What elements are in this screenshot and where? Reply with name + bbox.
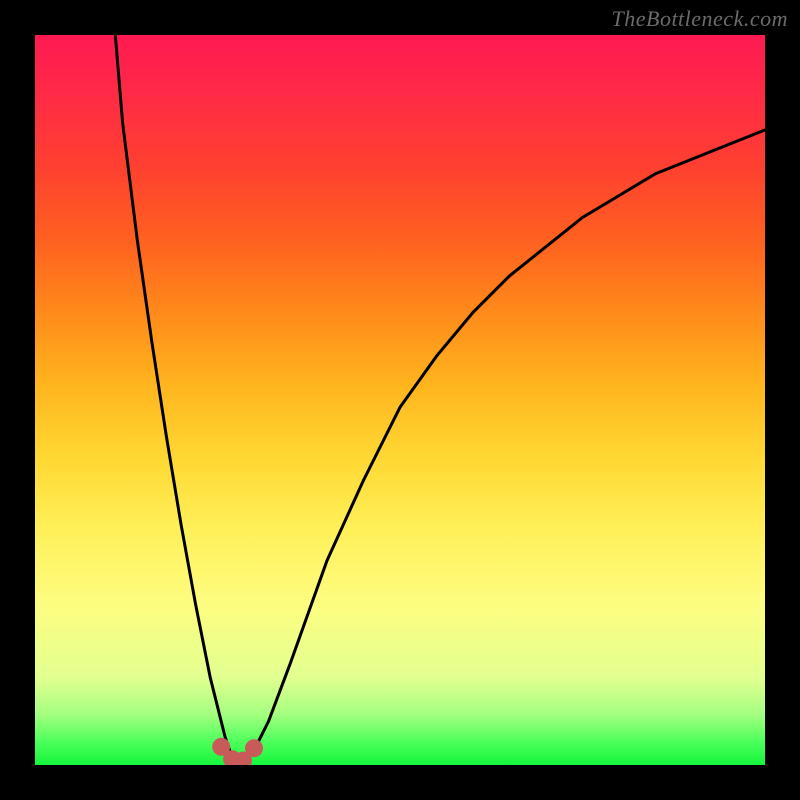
watermark-text: TheBottleneck.com — [612, 6, 789, 32]
marker-dot — [245, 739, 263, 757]
marker-layer — [35, 35, 765, 765]
chart-frame: TheBottleneck.com — [0, 0, 800, 800]
